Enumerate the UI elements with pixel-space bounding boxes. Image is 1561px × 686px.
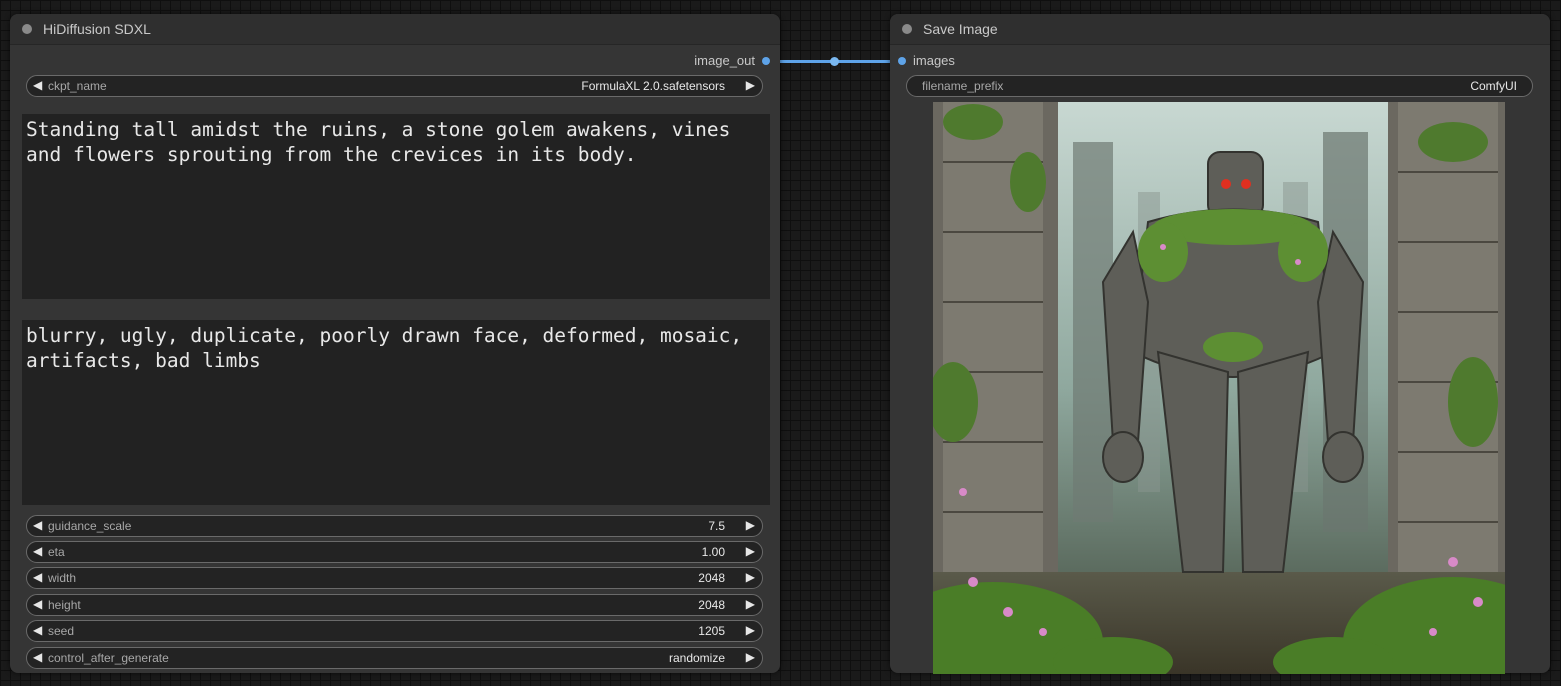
widget-value: 7.5 bbox=[708, 519, 725, 533]
output-label: image_out bbox=[694, 53, 755, 68]
input-slot-images[interactable]: images bbox=[898, 53, 955, 68]
widget-value: FormulaXL 2.0.safetensors bbox=[581, 79, 725, 93]
increment-arrow-icon[interactable]: ▶ bbox=[746, 544, 755, 558]
width-widget[interactable]: ◀ width 2048 ▶ bbox=[26, 567, 763, 589]
hidiffusion-node[interactable]: HiDiffusion SDXL image_out ◀ ckpt_name F… bbox=[10, 14, 780, 673]
decrement-arrow-icon[interactable]: ◀ bbox=[33, 78, 42, 92]
increment-arrow-icon[interactable]: ▶ bbox=[746, 650, 755, 664]
widget-value: 2048 bbox=[698, 571, 725, 585]
widget-label: guidance_scale bbox=[48, 519, 132, 533]
save-image-node[interactable]: Save Image images filename_prefix ComfyU… bbox=[890, 14, 1550, 674]
widget-value: ComfyUI bbox=[1470, 79, 1517, 93]
widget-label: filename_prefix bbox=[922, 79, 1004, 93]
input-label: images bbox=[913, 53, 955, 68]
node-header[interactable]: Save Image bbox=[890, 14, 1550, 45]
widget-value: randomize bbox=[668, 651, 725, 665]
widget-value: 2048 bbox=[698, 598, 725, 612]
increment-arrow-icon[interactable]: ▶ bbox=[746, 78, 755, 92]
node-title: HiDiffusion SDXL bbox=[43, 21, 151, 37]
output-slot-image-out[interactable]: image_out bbox=[694, 53, 770, 68]
widget-value: 1205 bbox=[698, 624, 725, 638]
filename-prefix-input[interactable]: filename_prefix ComfyUI bbox=[906, 75, 1533, 97]
decrement-arrow-icon[interactable]: ◀ bbox=[33, 518, 42, 532]
collapse-dot-icon[interactable] bbox=[22, 24, 32, 34]
input-connector-icon[interactable] bbox=[898, 56, 906, 65]
control-after-generate-widget[interactable]: ◀ control_after_generate randomize ▶ bbox=[26, 647, 763, 669]
collapse-dot-icon[interactable] bbox=[902, 24, 912, 34]
output-connector-icon[interactable] bbox=[762, 56, 770, 65]
widget-label: height bbox=[48, 598, 81, 612]
generated-image-preview bbox=[933, 102, 1505, 674]
decrement-arrow-icon[interactable]: ◀ bbox=[33, 623, 42, 637]
widget-value: 1.00 bbox=[701, 545, 725, 559]
positive-prompt-textarea[interactable]: Standing tall amidst the ruins, a stone … bbox=[22, 114, 770, 299]
node-header[interactable]: HiDiffusion SDXL bbox=[10, 14, 780, 45]
decrement-arrow-icon[interactable]: ◀ bbox=[33, 650, 42, 664]
increment-arrow-icon[interactable]: ▶ bbox=[746, 597, 755, 611]
widget-label: seed bbox=[48, 624, 75, 638]
widget-label: eta bbox=[48, 545, 65, 559]
guidance-scale-widget[interactable]: ◀ guidance_scale 7.5 ▶ bbox=[26, 515, 763, 537]
decrement-arrow-icon[interactable]: ◀ bbox=[33, 597, 42, 611]
seed-widget[interactable]: ◀ seed 1205 ▶ bbox=[26, 620, 763, 642]
link-midpoint-handle[interactable] bbox=[830, 57, 839, 66]
widget-label: width bbox=[48, 571, 77, 585]
ckpt-name-combo[interactable]: ◀ ckpt_name FormulaXL 2.0.safetensors ▶ bbox=[26, 75, 763, 97]
increment-arrow-icon[interactable]: ▶ bbox=[746, 518, 755, 532]
decrement-arrow-icon[interactable]: ◀ bbox=[33, 570, 42, 584]
height-widget[interactable]: ◀ height 2048 ▶ bbox=[26, 594, 763, 616]
widget-label: control_after_generate bbox=[48, 651, 169, 665]
increment-arrow-icon[interactable]: ▶ bbox=[746, 623, 755, 637]
increment-arrow-icon[interactable]: ▶ bbox=[746, 570, 755, 584]
negative-prompt-textarea[interactable]: blurry, ugly, duplicate, poorly drawn fa… bbox=[22, 320, 770, 505]
node-title: Save Image bbox=[923, 21, 998, 37]
widget-label: ckpt_name bbox=[48, 79, 107, 93]
decrement-arrow-icon[interactable]: ◀ bbox=[33, 544, 42, 558]
eta-widget[interactable]: ◀ eta 1.00 ▶ bbox=[26, 541, 763, 563]
